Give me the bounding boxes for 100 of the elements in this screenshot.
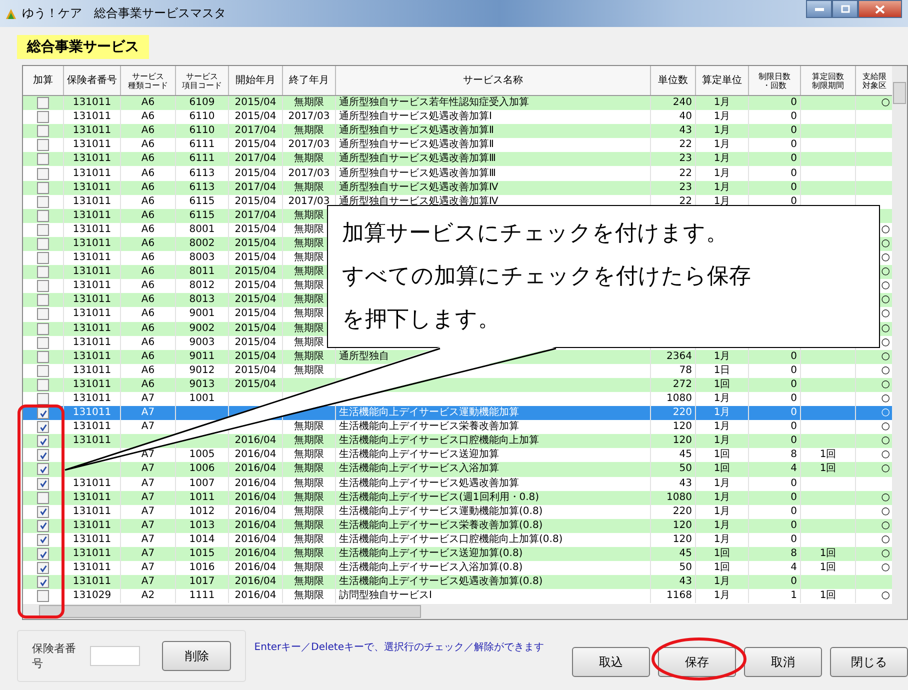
checkbox[interactable]	[37, 322, 49, 335]
checkbox[interactable]	[37, 378, 49, 391]
vertical-scrollbar[interactable]	[892, 66, 907, 604]
table-cell: A7	[141, 392, 155, 406]
column-header[interactable]: 算定単位	[696, 66, 749, 95]
delete-button[interactable]: 削除	[162, 641, 232, 671]
table-cell: 131011	[72, 406, 112, 420]
checkbox[interactable]	[37, 266, 49, 278]
table-cell: 9002	[189, 322, 215, 336]
checkbox[interactable]	[37, 407, 49, 420]
column-header[interactable]: 終了年月	[283, 66, 336, 95]
checkbox[interactable]	[37, 576, 49, 588]
checkbox[interactable]	[37, 294, 49, 306]
table-cell: 生活機能向上デイサービス口腔機能向上加算	[339, 434, 539, 448]
table-cell: 通所型独自サービス処遇改善加算Ⅱ	[339, 124, 494, 138]
column-header[interactable]: サービス 項目コード	[176, 66, 229, 95]
checkbox[interactable]	[37, 463, 49, 476]
column-header[interactable]: 制限日数 ・回数	[749, 66, 801, 95]
table-cell: 無期限	[294, 279, 324, 294]
checkbox[interactable]	[37, 421, 49, 434]
table-cell: 120	[672, 420, 692, 434]
table-row[interactable]: A7 1006 2016/04 無期限 生活機能向上デイサービス入浴加算 50 1回 4 1回 ○	[23, 462, 894, 477]
checkbox[interactable]	[37, 252, 49, 264]
checkbox[interactable]	[37, 238, 49, 250]
column-header[interactable]: サービス 種類コード	[121, 66, 176, 95]
table-cell: A7	[141, 532, 155, 547]
table-cell: 131011	[72, 350, 112, 364]
action-button[interactable]: 取消	[744, 647, 822, 677]
checkbox[interactable]	[37, 308, 49, 320]
checkbox[interactable]	[37, 139, 49, 152]
table-row[interactable]: 131011 A6 6109 2015/04 無期限 通所型独自サービス若年性認知症受入加算 240 1月 0 ○	[23, 96, 894, 110]
column-header[interactable]: 単位数	[651, 66, 696, 95]
table-cell: ○	[881, 420, 890, 434]
checkbox[interactable]	[37, 548, 49, 560]
table-row[interactable]: 131011 A6 6113 2017/04 無期限 通所型独自サービス処遇改善加算Ⅳ 23 1月 0	[23, 180, 894, 195]
checkbox[interactable]	[37, 168, 49, 180]
insurer-field[interactable]	[90, 646, 140, 666]
action-button[interactable]: 閉じる	[830, 647, 908, 677]
checkbox[interactable]	[37, 534, 49, 546]
table-cell: 2015/04	[234, 251, 276, 266]
checkbox[interactable]	[37, 280, 49, 292]
column-header[interactable]: 保険者番号	[64, 66, 121, 95]
table-row[interactable]: 131011 2016/04 無期限 生活機能向上デイサービス口腔機能向上加算 120 1月 0 ○	[23, 434, 894, 448]
table-cell: ○	[881, 222, 890, 237]
table-cell: 22	[679, 166, 692, 181]
minimize-button[interactable]	[806, 0, 832, 18]
table-cell: 131011	[72, 392, 112, 406]
checkbox[interactable]	[37, 435, 49, 448]
table-row[interactable]: 131011 A7 1017 2016/04 無期限 生活機能向上デイサービス処遇改善加算(0.8) 43 1月 0	[23, 575, 894, 590]
table-cell: 1006	[189, 462, 215, 476]
checkbox[interactable]	[37, 153, 49, 166]
checkbox[interactable]	[37, 210, 49, 222]
table-cell: 1月	[714, 96, 730, 110]
table-cell: 272	[672, 378, 692, 392]
table-cell: ○	[881, 265, 890, 280]
table-row[interactable]: 131011 A7 1013 2016/04 無期限 生活機能向上デイサービス栄養改善加算(0.8) 120 1月 0 ○	[23, 518, 894, 533]
checkbox[interactable]	[37, 520, 49, 532]
checkbox[interactable]	[37, 196, 49, 208]
column-header[interactable]: 開始年月	[229, 66, 283, 95]
table-cell: 1月	[714, 166, 730, 181]
column-header[interactable]: 加算	[23, 66, 64, 95]
checkbox[interactable]	[37, 449, 49, 462]
horizontal-scrollbar[interactable]	[23, 604, 907, 619]
table-row[interactable]: 131011 A6 6111 2017/04 無期限 通所型独自サービス処遇改善加算Ⅲ 23 1月 0	[23, 152, 894, 166]
checkbox[interactable]	[37, 336, 49, 349]
maximize-button[interactable]	[832, 0, 858, 18]
table-cell: 2016/04	[234, 434, 276, 448]
maximize-icon	[840, 5, 850, 13]
table-cell: 無期限	[294, 307, 324, 322]
table-row[interactable]: 131011 A7 1011 2016/04 無期限 生活機能向上デイサービス(週1回利用・0.8) 1080 1月 0 ○	[23, 490, 894, 505]
checkbox[interactable]	[37, 350, 49, 363]
checkbox[interactable]	[37, 393, 49, 406]
action-button[interactable]: 取込	[572, 647, 650, 677]
table-cell: 通所型独自サービス若年性認知症受入加算	[339, 96, 529, 110]
checkbox[interactable]	[37, 478, 49, 490]
checkbox[interactable]	[37, 492, 49, 504]
table-row[interactable]: 131011 A7 1015 2016/04 無期限 生活機能向上デイサービス送迎加算(0.8) 45 1回 8 1回 ○	[23, 547, 894, 562]
table-cell: 22	[679, 194, 692, 209]
table-cell: 2017/03	[288, 138, 330, 152]
table-cell: A7	[141, 448, 155, 462]
checkbox[interactable]	[37, 562, 49, 574]
checkbox[interactable]	[37, 506, 49, 518]
action-button[interactable]: 保存	[658, 647, 736, 677]
table-cell: 131011	[72, 476, 112, 491]
table-cell: A7	[141, 561, 155, 576]
minimize-icon	[814, 8, 824, 10]
close-button[interactable]	[858, 0, 902, 18]
checkbox[interactable]	[37, 364, 49, 377]
checkbox[interactable]	[37, 125, 49, 138]
checkbox[interactable]	[37, 590, 49, 602]
table-cell: 131011	[72, 152, 112, 166]
column-header[interactable]: 算定回数 制限期間	[801, 66, 856, 95]
column-header[interactable]: サービス名称	[336, 66, 651, 95]
checkbox[interactable]	[37, 224, 49, 236]
table-cell: 9012	[189, 364, 215, 378]
checkbox[interactable]	[37, 97, 49, 110]
table-row[interactable]: 131011 A7 1012 2016/04 無期限 生活機能向上デイサービス運動機能加算(0.8) 220 1月 0 ○	[23, 504, 894, 519]
checkbox[interactable]	[37, 111, 49, 124]
table-row[interactable]: 131011 A6 6110 2017/04 無期限 通所型独自サービス処遇改善加算Ⅱ 43 1月 0	[23, 124, 894, 138]
checkbox[interactable]	[37, 182, 49, 194]
